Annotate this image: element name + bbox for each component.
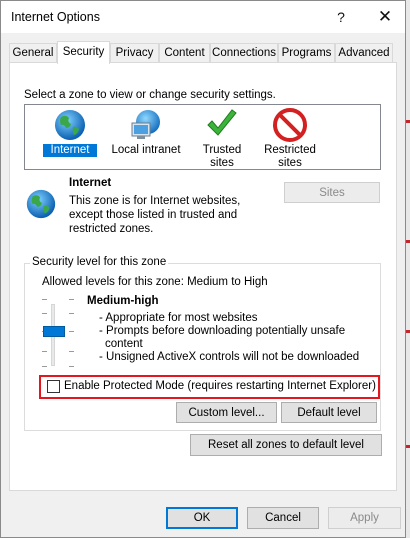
globe-icon (24, 187, 60, 223)
zone-info-line3: restricted zones. (69, 223, 154, 235)
zone-info-title: Internet (69, 177, 112, 189)
tab-privacy[interactable]: Privacy (110, 43, 159, 63)
slider-tick (69, 351, 74, 352)
level-bullet-1: - Appropriate for most websites (99, 312, 258, 324)
apply-button[interactable]: Apply (328, 507, 401, 529)
default-level-button[interactable]: Default level (281, 402, 377, 423)
security-tab-panel: Select a zone to view or change security… (9, 62, 397, 491)
globe-icon (52, 107, 88, 143)
slider-tick (42, 299, 47, 300)
tab-security[interactable]: Security (57, 41, 110, 64)
zone-trusted-sites-label: Trusted sites (202, 144, 242, 169)
level-bullet-2-continued: content (105, 338, 143, 350)
security-level-group-title: Security level for this zone (30, 256, 169, 268)
zone-internet-label: Internet (43, 144, 97, 157)
slider-tick (69, 331, 74, 332)
security-level-name: Medium-high (87, 295, 159, 307)
background-mark (406, 330, 410, 333)
tab-content[interactable]: Content (159, 43, 210, 63)
slider-tick (69, 366, 74, 367)
help-button[interactable]: ? (321, 1, 361, 33)
ok-button[interactable]: OK (166, 507, 238, 529)
network-computer-icon (128, 107, 164, 143)
tab-general[interactable]: General (9, 43, 57, 63)
window-title: Internet Options (11, 10, 100, 24)
level-bullet-2: - Prompts before downloading potentially… (99, 325, 346, 337)
zone-restricted-sites-label: Restricted sites (264, 144, 316, 169)
custom-level-button[interactable]: Custom level... (176, 402, 277, 423)
no-entry-icon (272, 107, 308, 143)
sites-button[interactable]: Sites (284, 182, 380, 203)
slider-tick (42, 366, 47, 367)
background-mark (406, 120, 410, 123)
tab-connections[interactable]: Connections (210, 43, 278, 63)
tab-programs[interactable]: Programs (278, 43, 335, 63)
zone-local-intranet[interactable]: Local intranet (107, 107, 185, 157)
zone-local-intranet-label: Local intranet (111, 144, 181, 156)
level-bullet-3: - Unsigned ActiveX controls will not be … (99, 351, 360, 363)
reset-all-zones-button[interactable]: Reset all zones to default level (190, 434, 382, 456)
slider-tick (69, 313, 74, 314)
zone-prompt: Select a zone to view or change security… (24, 89, 276, 101)
slider-tick (69, 299, 74, 300)
zone-info-line2: except those listed in trusted and (69, 209, 238, 221)
allowed-levels-label: Allowed levels for this zone: Medium to … (42, 276, 268, 288)
close-button[interactable]: ✕ (365, 1, 405, 33)
green-check-icon (204, 107, 240, 143)
background-mark (406, 240, 410, 243)
cancel-button[interactable]: Cancel (247, 507, 319, 529)
zone-list: Internet Local intranet Trusted sites Re… (24, 104, 381, 170)
slider-thumb[interactable] (43, 326, 65, 337)
slider-tick (42, 313, 47, 314)
tab-advanced[interactable]: Advanced (335, 43, 393, 63)
title-bar: Internet Options ? ✕ (1, 1, 405, 33)
background-mark (406, 445, 410, 448)
slider-tick (42, 351, 47, 352)
protected-mode-checkbox[interactable] (47, 380, 60, 393)
zone-info-line1: This zone is for Internet websites, (69, 195, 241, 207)
internet-options-dialog: Internet Options ? ✕ General Security Pr… (0, 0, 406, 538)
protected-mode-label[interactable]: Enable Protected Mode (requires restarti… (64, 380, 376, 392)
background-window-edge (406, 0, 410, 538)
zone-trusted-sites[interactable]: Trusted sites (188, 107, 256, 170)
zone-internet[interactable]: Internet (43, 107, 97, 157)
zone-restricted-sites[interactable]: Restricted sites (261, 107, 319, 170)
